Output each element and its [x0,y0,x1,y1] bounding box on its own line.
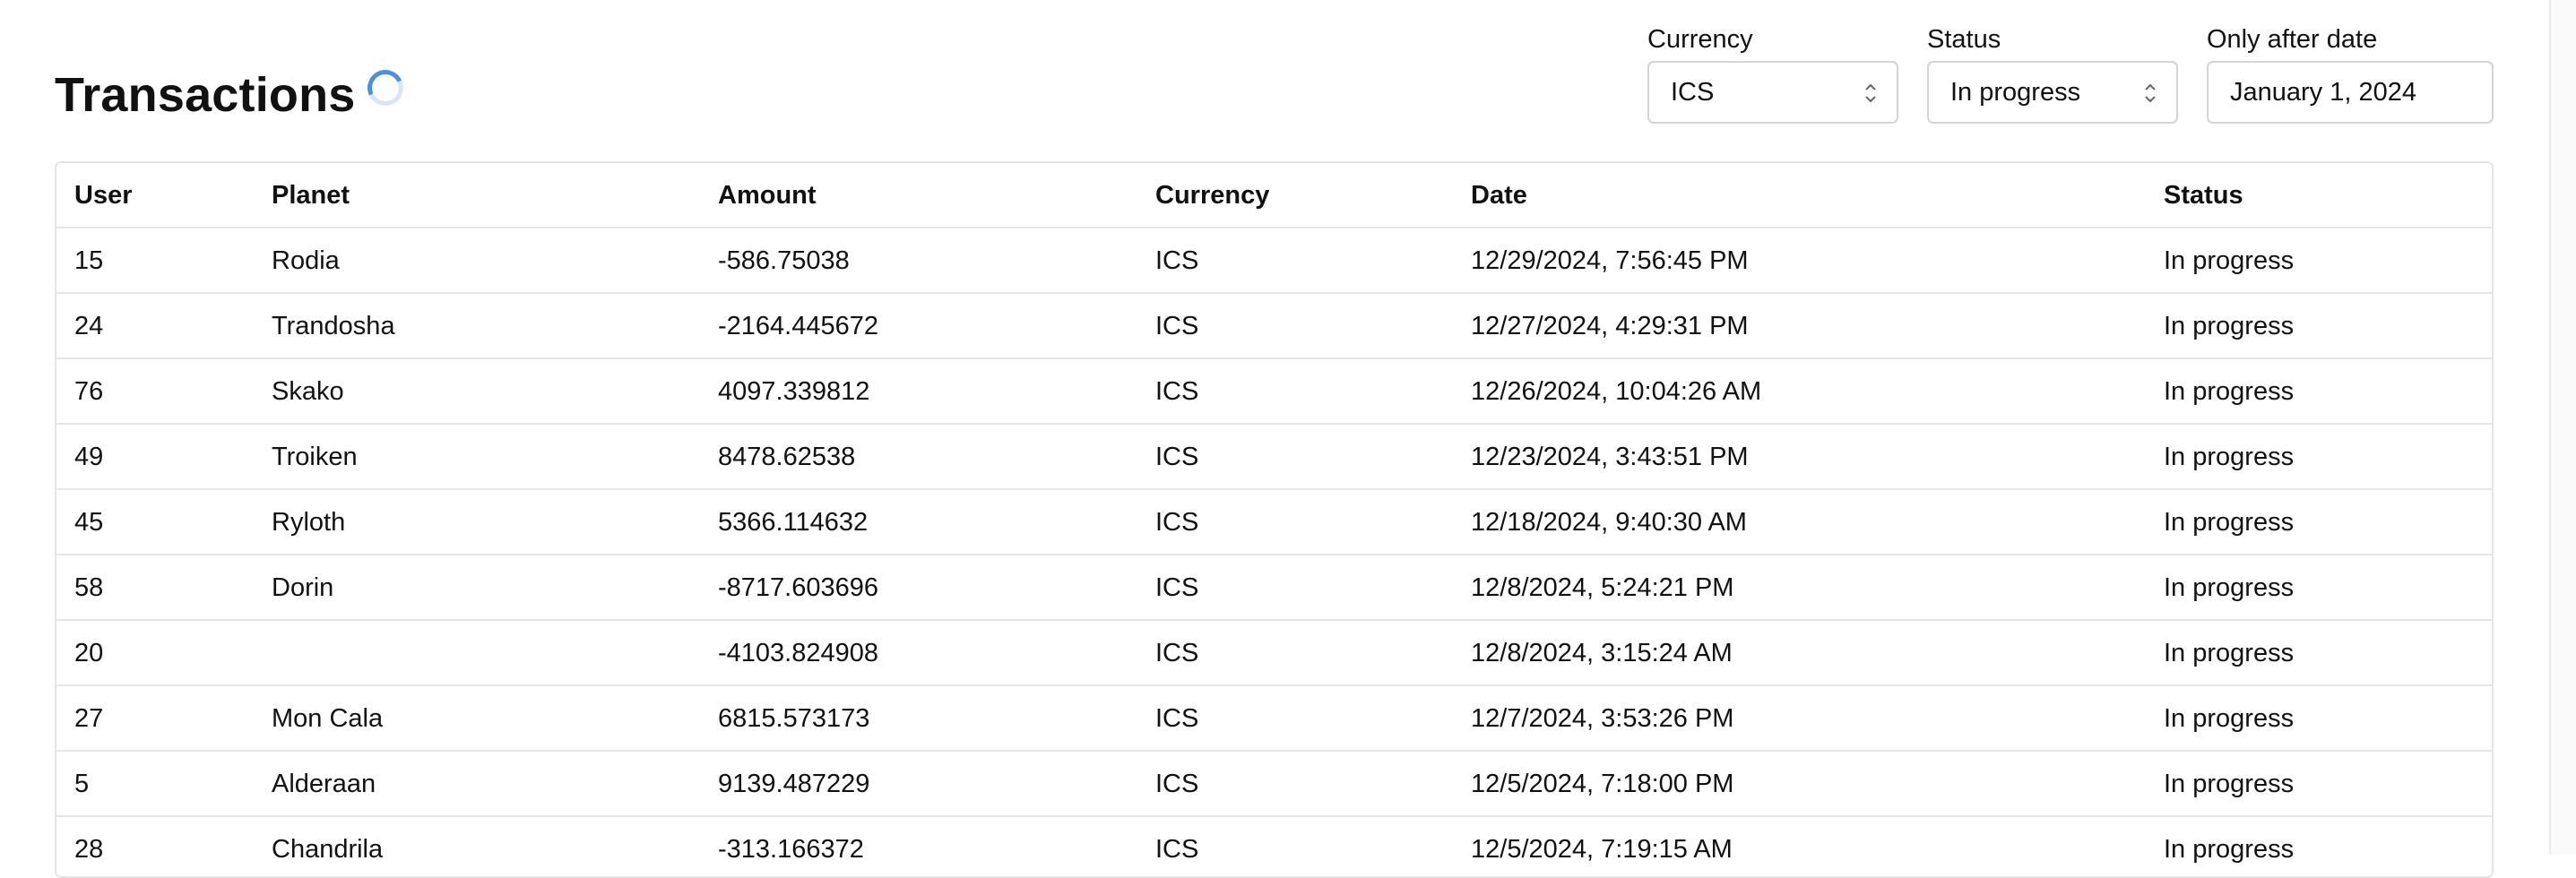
cell-amount: 4097.339812 [718,377,870,406]
date-input-value: January 1, 2024 [2230,78,2416,107]
table-row[interactable]: 20 -4103.824908 ICS 12/8/2024, 3:15:24 A… [56,621,2492,686]
cell-status: In progress [2164,312,2295,340]
cell-currency: ICS [1155,443,1199,471]
cell-status: In progress [2164,704,2295,733]
date-input[interactable]: January 1, 2024 [2207,61,2494,124]
status-select-value: In progress [1950,78,2081,107]
cell-amount: -2164.445672 [718,312,878,340]
cell-amount: -8717.603696 [718,573,878,602]
page-title: Transactions [55,68,356,122]
currency-filter-label: Currency [1647,25,1753,54]
cell-amount: -313.166372 [718,835,864,864]
cell-date: 12/29/2024, 7:56:45 PM [1471,246,1749,275]
cell-user: 49 [74,443,104,471]
cell-planet: Alderaan [272,770,376,798]
cell-currency: ICS [1155,573,1199,602]
cell-status: In progress [2164,246,2295,275]
date-filter-label: Only after date [2207,25,2378,54]
column-header-user[interactable]: User [74,163,133,228]
cell-currency: ICS [1155,770,1199,798]
cell-amount: 5366.114632 [718,508,869,537]
cell-planet: Skako [272,377,344,406]
cell-date: 12/7/2024, 3:53:26 PM [1471,704,1734,733]
column-header-date[interactable]: Date [1471,163,1527,228]
currency-select-value: ICS [1671,78,1715,107]
table-row[interactable]: 27 Mon Cala 6815.573173 ICS 12/7/2024, 3… [56,686,2492,752]
cell-user: 20 [74,639,104,667]
column-header-planet[interactable]: Planet [272,163,350,228]
cell-status: In progress [2164,377,2295,406]
cell-currency: ICS [1155,835,1199,864]
table-row[interactable]: 24 Trandosha -2164.445672 ICS 12/27/2024… [56,294,2492,359]
cell-date: 12/23/2024, 3:43:51 PM [1471,443,1749,471]
cell-user: 45 [74,508,104,537]
cell-date: 12/8/2024, 5:24:21 PM [1471,573,1734,602]
cell-currency: ICS [1155,639,1199,667]
cell-planet: Mon Cala [272,704,384,733]
cell-status: In progress [2164,573,2295,602]
cell-date: 12/27/2024, 4:29:31 PM [1471,312,1749,340]
cell-user: 28 [74,835,104,864]
cell-status: In progress [2164,443,2295,471]
table-row[interactable]: 15 Rodia -586.75038 ICS 12/29/2024, 7:56… [56,228,2492,294]
cell-currency: ICS [1155,246,1199,275]
cell-amount: -4103.824908 [718,639,878,667]
table-header-row: User Planet Amount Currency Date Status [56,163,2492,228]
currency-select[interactable]: ICS [1647,61,1898,124]
cell-amount: 8478.62538 [718,443,856,471]
cell-amount: -586.75038 [718,246,850,275]
cell-date: 12/8/2024, 3:15:24 AM [1471,639,1733,667]
status-select[interactable]: In progress [1927,61,2178,124]
transactions-table: User Planet Amount Currency Date Status … [55,161,2494,878]
table-row[interactable]: 58 Dorin -8717.603696 ICS 12/8/2024, 5:2… [56,555,2492,621]
chevron-up-down-icon [1865,83,1876,103]
cell-user: 58 [74,573,104,602]
cell-currency: ICS [1155,377,1199,406]
chevron-up-down-icon [2145,83,2156,103]
column-header-currency[interactable]: Currency [1155,163,1269,228]
table-row[interactable]: 5 Alderaan 9139.487229 ICS 12/5/2024, 7:… [56,752,2492,817]
cell-date: 12/5/2024, 7:18:00 PM [1471,770,1734,798]
cell-planet: Ryloth [272,508,346,537]
cell-status: In progress [2164,770,2295,798]
table-row[interactable]: 49 Troiken 8478.62538 ICS 12/23/2024, 3:… [56,425,2492,490]
cell-planet: Dorin [272,573,334,602]
cell-user: 15 [74,246,104,275]
column-header-amount[interactable]: Amount [718,163,817,228]
cell-user: 76 [74,377,104,406]
column-header-status[interactable]: Status [2164,163,2243,228]
cell-date: 12/18/2024, 9:40:30 AM [1471,508,1747,537]
cell-planet: Rodia [272,246,340,275]
cell-planet: Troiken [272,443,358,471]
table-row[interactable]: 28 Chandrila -313.166372 ICS 12/5/2024, … [56,817,2492,876]
status-filter-label: Status [1927,25,2001,54]
cell-currency: ICS [1155,312,1199,340]
table-row[interactable]: 45 Ryloth 5366.114632 ICS 12/18/2024, 9:… [56,490,2492,555]
cell-status: In progress [2164,639,2295,667]
cell-planet: Chandrila [272,835,384,864]
cell-date: 12/26/2024, 10:04:26 AM [1471,377,1762,406]
page-scrollbar[interactable] [2549,0,2576,855]
cell-user: 24 [74,312,104,340]
cell-amount: 9139.487229 [718,770,870,798]
table-row[interactable]: 76 Skako 4097.339812 ICS 12/26/2024, 10:… [56,359,2492,425]
cell-date: 12/5/2024, 7:19:15 AM [1471,835,1733,864]
cell-user: 27 [74,704,104,733]
cell-currency: ICS [1155,704,1199,733]
cell-currency: ICS [1155,508,1199,537]
cell-status: In progress [2164,835,2295,864]
cell-amount: 6815.573173 [718,704,870,733]
cell-status: In progress [2164,508,2295,537]
cell-planet: Trandosha [272,312,395,340]
loading-spinner-icon [362,65,409,111]
cell-user: 5 [74,770,90,798]
